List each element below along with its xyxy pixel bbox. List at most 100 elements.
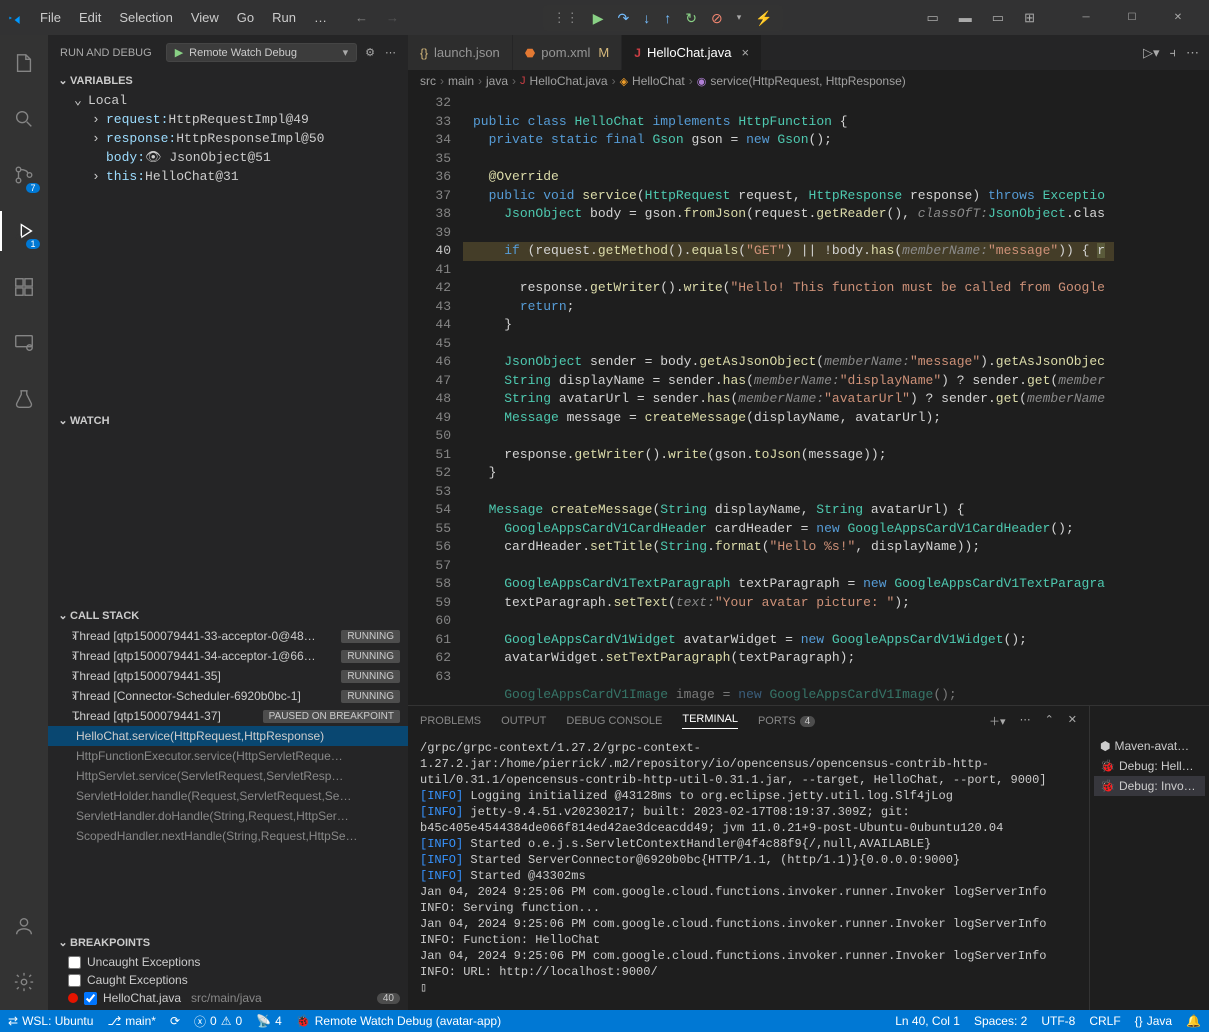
terminal-more-icon[interactable]: ⋯: [1020, 713, 1031, 729]
status-bell-icon[interactable]: 🔔: [1186, 1014, 1201, 1028]
status-language[interactable]: {} Java: [1135, 1014, 1172, 1028]
code-content[interactable]: public class HelloChat implements HttpFu…: [463, 92, 1114, 705]
bp-file[interactable]: HelloChat.javasrc/main/java40: [48, 989, 408, 1007]
tab-launch-json[interactable]: {}launch.json: [408, 35, 513, 70]
menu-edit[interactable]: Edit: [71, 6, 109, 29]
terminal-output[interactable]: /grpc/grpc-context/1.27.2/grpc-context-1…: [408, 736, 1089, 1010]
menu-run[interactable]: Run: [264, 6, 304, 29]
nav-back-icon[interactable]: ←: [355, 10, 368, 25]
window-maximize[interactable]: ☐: [1109, 0, 1155, 35]
step-out-icon[interactable]: ↑: [664, 11, 671, 25]
tab-pom-xml[interactable]: ⬣pom.xmlM: [513, 35, 622, 70]
layout-secondary-icon[interactable]: ▭: [992, 10, 1004, 26]
window-minimize[interactable]: ─: [1063, 0, 1109, 35]
account-icon[interactable]: [0, 906, 48, 946]
var-response[interactable]: ›response: HttpResponseImpl@50: [48, 129, 408, 148]
editor-tabs: {}launch.json ⬣pom.xmlM JHelloChat.java×…: [408, 35, 1209, 70]
var-body[interactable]: body: 👁 JsonObject@51: [48, 148, 408, 167]
bp-checkbox[interactable]: [68, 974, 81, 987]
tab-output[interactable]: OUTPUT: [501, 715, 546, 727]
tab-close-icon[interactable]: ×: [741, 45, 749, 60]
status-eol[interactable]: CRLF: [1089, 1014, 1120, 1028]
source-control-icon[interactable]: 7: [0, 155, 48, 195]
step-into-icon[interactable]: ↓: [643, 11, 650, 25]
callstack-section[interactable]: ⌄CALL STACK: [48, 605, 408, 626]
layout-primary-icon[interactable]: ▭: [927, 10, 939, 26]
step-over-icon[interactable]: ↷: [618, 11, 630, 25]
menu-more[interactable]: …: [306, 6, 335, 29]
disconnect-chevron-icon[interactable]: ▾: [737, 12, 742, 23]
restart-icon[interactable]: ↻: [685, 11, 697, 25]
status-errors[interactable]: ⓧ 0 ⚠ 0: [194, 1013, 242, 1030]
bp-checkbox[interactable]: [68, 956, 81, 969]
thread-row[interactable]: ›Thread [qtp1500079441-34-acceptor-1@66……: [48, 646, 408, 666]
tab-problems[interactable]: PROBLEMS: [420, 715, 481, 727]
status-spaces[interactable]: Spaces: 2: [974, 1014, 1027, 1028]
menu-selection[interactable]: Selection: [111, 6, 180, 29]
explorer-icon[interactable]: [0, 43, 48, 83]
testing-icon[interactable]: [0, 379, 48, 419]
terminal-session[interactable]: 🐞Debug: Invo…: [1094, 776, 1205, 796]
bp-caught[interactable]: Caught Exceptions: [48, 971, 408, 989]
status-remote[interactable]: ⇄WSL: Ubuntu: [8, 1014, 93, 1028]
stack-frame[interactable]: ServletHolder.handle(Request,ServletRequ…: [48, 786, 408, 806]
drag-handle-icon[interactable]: ⋮⋮: [553, 10, 579, 26]
stack-frame[interactable]: HttpServlet.service(ServletRequest,Servl…: [48, 766, 408, 786]
maximize-panel-icon[interactable]: ⌃: [1045, 713, 1054, 729]
status-debug[interactable]: 🐞Remote Watch Debug (avatar-app): [296, 1014, 501, 1028]
layout-custom-icon[interactable]: ⊞: [1024, 10, 1035, 26]
status-ports[interactable]: 📡4: [256, 1014, 282, 1028]
new-terminal-icon[interactable]: ＋▾: [989, 713, 1006, 729]
close-panel-icon[interactable]: ✕: [1068, 713, 1077, 729]
remote-explorer-icon[interactable]: [0, 323, 48, 363]
stack-frame[interactable]: ServletHandler.doHandle(String,Request,H…: [48, 806, 408, 826]
split-icon[interactable]: ⫞: [1170, 45, 1177, 61]
thread-row[interactable]: ›Thread [Connector-Scheduler-6920b0bc-1]…: [48, 686, 408, 706]
paused-thread-row[interactable]: ⌄Thread [qtp1500079441-37]PAUSED ON BREA…: [48, 706, 408, 726]
minimap[interactable]: [1114, 92, 1209, 705]
bp-uncaught[interactable]: Uncaught Exceptions: [48, 953, 408, 971]
menu-go[interactable]: Go: [229, 6, 262, 29]
status-branch[interactable]: ⎇main*: [107, 1014, 156, 1028]
var-request[interactable]: ›request: HttpRequestImpl@49: [48, 110, 408, 129]
variables-local[interactable]: ⌄Local: [48, 91, 408, 110]
gear-icon[interactable]: ⚙: [365, 46, 375, 59]
thread-row[interactable]: ›Thread [qtp1500079441-33-acceptor-0@48……: [48, 626, 408, 646]
tab-ports[interactable]: PORTS4: [758, 715, 815, 727]
more-icon[interactable]: ⋯: [385, 46, 396, 59]
terminal-session[interactable]: ⬢Maven-avat…: [1094, 736, 1205, 756]
var-this[interactable]: ›this: HelloChat@31: [48, 167, 408, 186]
stack-frame[interactable]: HttpFunctionExecutor.service(HttpServlet…: [48, 746, 408, 766]
watch-section[interactable]: ⌄WATCH: [48, 410, 408, 431]
tab-more-icon[interactable]: ⋯: [1186, 45, 1199, 61]
run-icon[interactable]: ▷▾: [1143, 45, 1160, 61]
search-icon[interactable]: [0, 99, 48, 139]
variables-section[interactable]: ⌄VARIABLES: [48, 70, 408, 91]
extensions-icon[interactable]: [0, 267, 48, 307]
stack-frame[interactable]: HelloChat.service(HttpRequest,HttpRespon…: [48, 726, 408, 746]
hotreload-icon[interactable]: ⚡: [755, 11, 772, 25]
menu-view[interactable]: View: [183, 6, 227, 29]
nav-forward-icon[interactable]: →: [386, 10, 399, 25]
tab-debug-console[interactable]: DEBUG CONSOLE: [566, 715, 662, 727]
terminal-session[interactable]: 🐞Debug: Hell…: [1094, 756, 1205, 776]
status-position[interactable]: Ln 40, Col 1: [895, 1014, 960, 1028]
layout-panel-icon[interactable]: ▬: [959, 10, 972, 25]
continue-icon[interactable]: ▶: [593, 11, 604, 25]
bp-checkbox[interactable]: [84, 992, 97, 1005]
status-encoding[interactable]: UTF-8: [1041, 1014, 1075, 1028]
status-sync[interactable]: ⟳: [170, 1014, 180, 1028]
disconnect-icon[interactable]: ⊘: [711, 11, 723, 25]
window-close[interactable]: ✕: [1155, 0, 1201, 35]
settings-gear-icon[interactable]: [0, 962, 48, 1002]
run-debug-icon[interactable]: 1: [0, 211, 48, 251]
menu-file[interactable]: File: [32, 6, 69, 29]
stack-frame[interactable]: ScopedHandler.nextHandle(String,Request,…: [48, 826, 408, 846]
thread-row[interactable]: ›Thread [qtp1500079441-35]RUNNING: [48, 666, 408, 686]
debug-config-dropdown[interactable]: ▶ Remote Watch Debug ▾: [166, 43, 357, 62]
breadcrumb[interactable]: src› main› java› JHelloChat.java› ◈Hello…: [408, 70, 1209, 92]
tab-terminal[interactable]: TERMINAL: [682, 713, 738, 729]
tab-hellochat-java[interactable]: JHelloChat.java×: [622, 35, 762, 70]
code-area[interactable]: 3233343536373839▶40414243444546474849505…: [408, 92, 1209, 705]
breakpoints-section[interactable]: ⌄BREAKPOINTS: [48, 932, 408, 953]
